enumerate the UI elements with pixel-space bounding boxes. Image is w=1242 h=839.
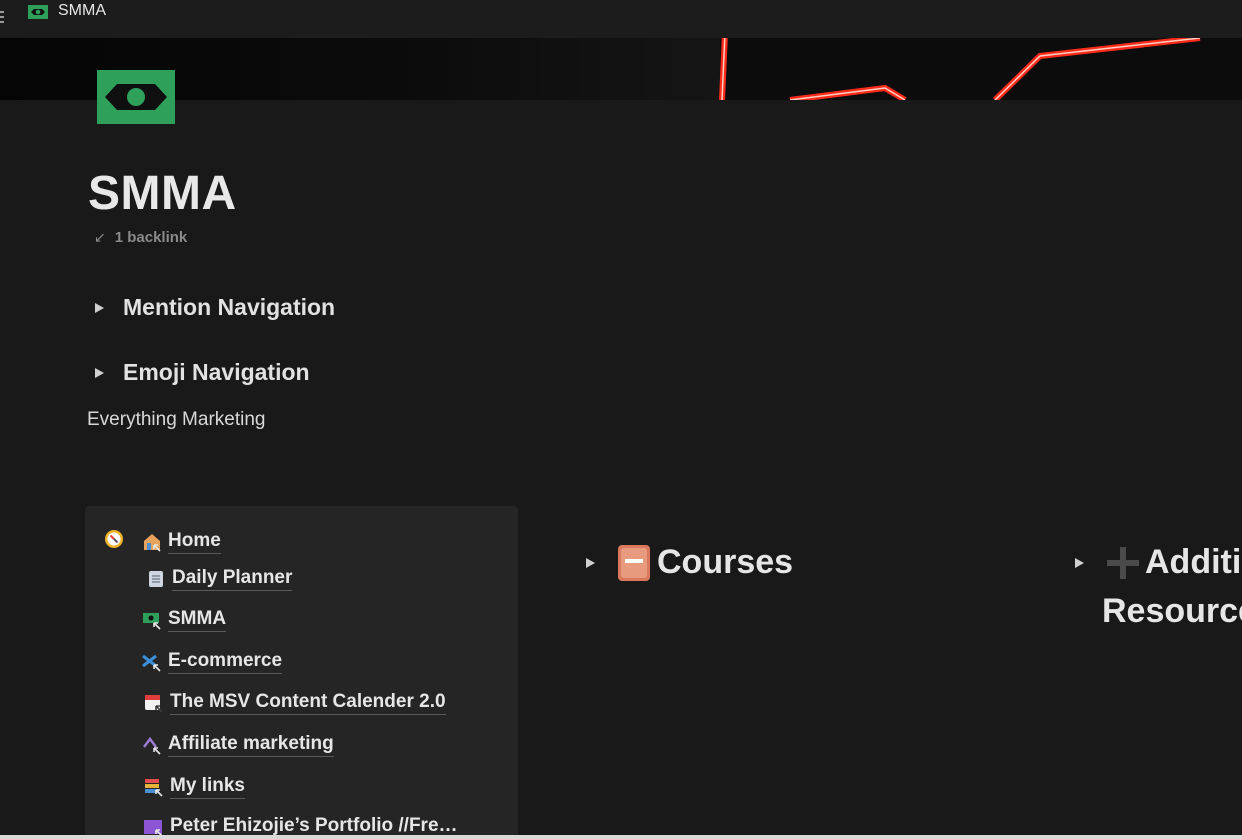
- top-bar: SMMA: [0, 0, 1242, 38]
- page-money-icon[interactable]: [97, 70, 175, 124]
- cover-image: [0, 38, 1242, 100]
- neon-arrow-graphic: [719, 38, 1201, 100]
- toggle-label: Emoji Navigation: [123, 359, 310, 385]
- nav-item-affiliate-marketing[interactable]: Affiliate marketing: [142, 733, 334, 757]
- home-link-icon: [144, 534, 161, 552]
- backlinks-label: 1 backlink: [114, 229, 188, 246]
- toggle-additional-resources[interactable]: Additi: [1075, 543, 1241, 582]
- backlinks-button[interactable]: ↙ 1 backlink: [94, 229, 187, 246]
- links-icon: [145, 779, 163, 797]
- toggle-mention-navigation[interactable]: Mention Navigation: [95, 294, 335, 321]
- nav-item-home[interactable]: Home: [142, 530, 221, 554]
- affiliate-link-icon: [143, 736, 161, 755]
- compass-icon: [105, 530, 123, 548]
- page-title: SMMA: [88, 167, 237, 220]
- additional-heading-line1: Additi: [1145, 543, 1242, 581]
- toggle-courses[interactable]: Courses: [586, 543, 793, 582]
- notepad-icon: [149, 571, 163, 587]
- toggle-arrow-icon[interactable]: [95, 367, 104, 378]
- money-link-icon: [143, 613, 161, 630]
- window-bottom-border: [0, 835, 1242, 839]
- portfolio-icon: [144, 820, 163, 837]
- money-icon: [28, 5, 48, 19]
- nav-item-content-calendar[interactable]: The MSV Content Calender 2.0: [144, 691, 446, 715]
- toggle-label: Mention Navigation: [123, 294, 336, 320]
- nav-item-smma[interactable]: SMMA: [142, 608, 227, 632]
- breadcrumb-title[interactable]: SMMA: [58, 2, 106, 20]
- toggle-arrow-icon[interactable]: [1075, 557, 1084, 568]
- toggle-arrow-icon[interactable]: [95, 302, 104, 313]
- additional-heading-line2: Resource: [1102, 592, 1242, 630]
- toggle-arrow-icon[interactable]: [586, 557, 595, 568]
- arrow-down-left-icon: ↙: [94, 229, 106, 245]
- book-icon: [618, 544, 650, 581]
- nav-item-ecommerce[interactable]: E-commerce: [142, 650, 283, 674]
- nav-item-daily-planner[interactable]: Daily Planner: [146, 567, 293, 591]
- calendar-link-icon: [145, 695, 163, 713]
- toggle-emoji-navigation[interactable]: Emoji Navigation: [95, 359, 310, 386]
- description-text: Everything Marketing: [87, 409, 266, 430]
- ecommerce-link-icon: [142, 654, 161, 672]
- courses-heading: Courses: [657, 543, 794, 581]
- nav-item-my-links[interactable]: My links: [144, 775, 245, 799]
- plus-icon: [1107, 546, 1139, 579]
- menu-icon[interactable]: [0, 11, 4, 25]
